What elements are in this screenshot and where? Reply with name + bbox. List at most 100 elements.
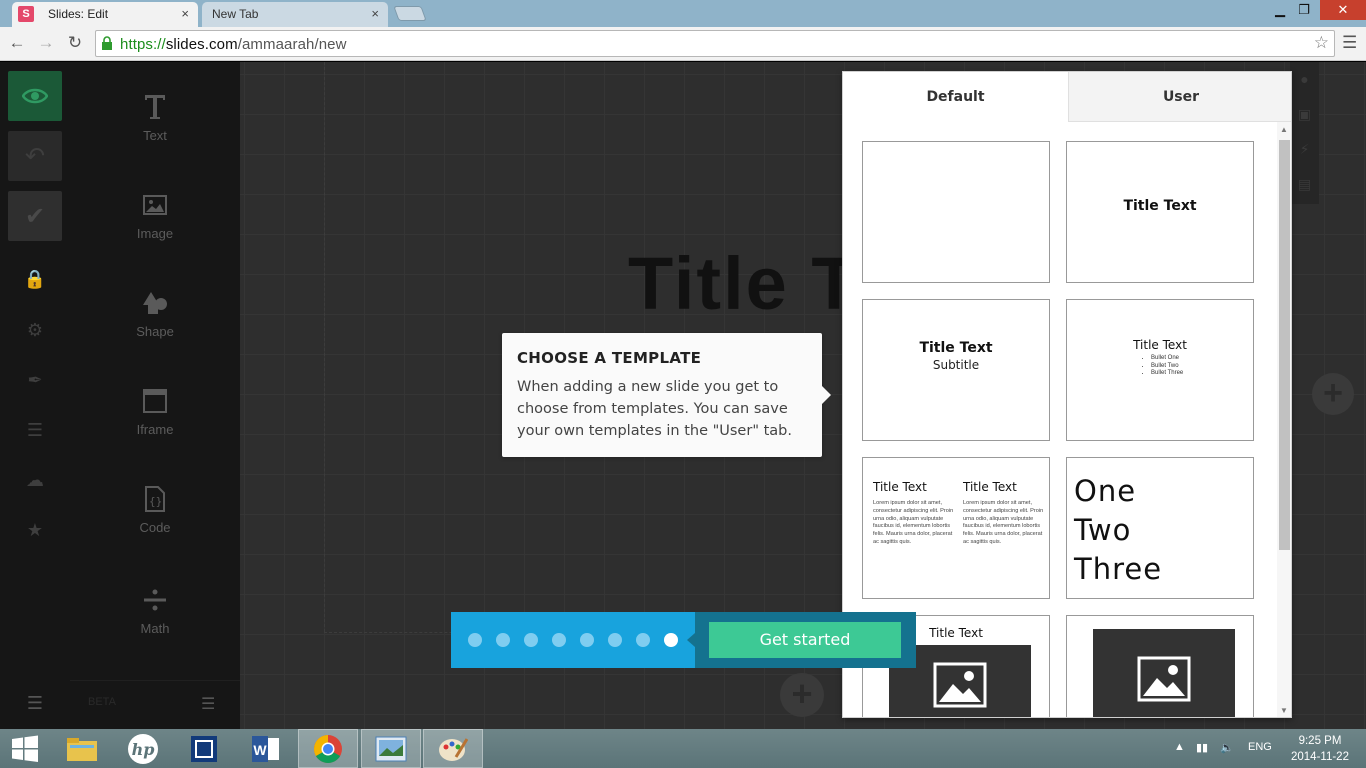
big-text-list: One Two Three (1074, 472, 1162, 589)
big-text-item: Three (1074, 552, 1163, 586)
browser-tab-strip: S Slides: Edit × New Tab × ▁ ❐ ✕ (0, 0, 1366, 27)
close-tab-icon[interactable]: × (181, 6, 189, 21)
add-slide-below-button[interactable]: + (780, 673, 824, 717)
chrome-icon[interactable] (298, 729, 358, 768)
settings-sliders-icon[interactable]: ☰ (201, 694, 215, 714)
cloud-sync-icon[interactable]: ☁ (24, 469, 46, 491)
scroll-down-icon[interactable]: ▼ (1280, 706, 1288, 715)
template-big-list[interactable]: One Two Three (1066, 457, 1254, 599)
photo-viewer-icon[interactable] (361, 729, 421, 768)
drop-icon[interactable]: ● (1290, 62, 1319, 97)
tool-text[interactable]: Text (70, 90, 240, 143)
panel-divider (70, 680, 240, 681)
template-title-text: Title Text (1123, 198, 1197, 214)
address-bar[interactable]: https://slides.com/ammaarah/new ☆ (95, 30, 1335, 57)
editor-sidebar: ↶ ✔ 🔒 ⚙ ✒ ☰ ☁ ★ ☰ (0, 62, 70, 729)
step-dot[interactable] (664, 633, 678, 647)
settings-gear-icon[interactable]: ⚙ (24, 319, 46, 341)
template-title-bullets[interactable]: Title Text Bullet One Bullet Two Bullet … (1066, 299, 1254, 441)
template-image[interactable] (1066, 615, 1254, 717)
tool-label: Image (136, 226, 174, 241)
background-image-icon[interactable]: ▣ (1290, 97, 1319, 132)
save-button[interactable]: ✔ (8, 191, 62, 241)
menu-icon[interactable]: ☰ (24, 693, 46, 713)
svg-text:{}: {} (149, 495, 162, 508)
tab-new-tab[interactable]: New Tab × (202, 2, 388, 27)
network-signal-icon[interactable]: ▮▮ (1196, 741, 1208, 754)
step-dot[interactable] (524, 633, 538, 647)
slide-options-toolbar: ● ▣ ⚡ ▤ (1290, 62, 1319, 204)
photo-app-icon[interactable] (174, 729, 234, 768)
scroll-up-icon[interactable]: ▲ (1280, 125, 1288, 134)
star-icon[interactable]: ★ (24, 519, 46, 541)
get-started-button[interactable]: Get started (709, 622, 901, 658)
forward-icon[interactable]: → (35, 32, 57, 54)
column-title: Title Text (873, 480, 927, 494)
volume-icon[interactable]: 🔈 (1220, 741, 1234, 754)
column-title: Title Text (963, 480, 1017, 494)
svg-text:W: W (253, 742, 267, 758)
onboarding-bar: Get started (451, 612, 916, 668)
windows-start-icon[interactable] (0, 729, 50, 768)
undo-button[interactable]: ↶ (8, 131, 62, 181)
layers-icon[interactable]: ☰ (24, 419, 46, 441)
lightning-icon[interactable]: ⚡ (1290, 132, 1319, 167)
step-dot[interactable] (580, 633, 594, 647)
word-icon[interactable]: W (236, 729, 296, 768)
scroll-thumb[interactable] (1279, 140, 1290, 550)
bullet-list: Bullet One Bullet Two Bullet Three (1151, 355, 1183, 378)
step-dot[interactable] (496, 633, 510, 647)
bullet-item: Bullet One (1151, 355, 1183, 363)
system-clock[interactable]: 9:25 PM 2014-11-22 (1290, 733, 1350, 765)
back-icon[interactable]: ← (6, 32, 28, 54)
tool-code[interactable]: {} Code (70, 482, 240, 535)
url-path: /ammaarah/new (237, 36, 347, 53)
notes-book-icon[interactable]: ▤ (1290, 167, 1319, 202)
bullet-item: Bullet Two (1151, 363, 1183, 371)
chrome-menu-icon[interactable]: ☰ (1342, 33, 1357, 53)
preview-button[interactable] (8, 71, 62, 121)
tab-default[interactable]: Default (843, 72, 1068, 122)
close-tab-icon[interactable]: × (371, 6, 379, 21)
brush-icon[interactable]: ✒ (24, 369, 46, 391)
step-dot[interactable] (608, 633, 622, 647)
url-text: https://slides.com/ammaarah/new (120, 36, 347, 53)
tool-label: Code (139, 520, 171, 535)
show-hidden-icons-icon[interactable]: ▲ (1174, 741, 1185, 753)
bookmark-star-icon[interactable]: ☆ (1314, 33, 1329, 53)
undo-icon: ↶ (24, 142, 46, 170)
lock-icon[interactable]: 🔒 (24, 268, 46, 290)
step-dot[interactable] (552, 633, 566, 647)
language-indicator[interactable]: ENG (1248, 741, 1272, 753)
template-tabs: Default User (843, 72, 1291, 122)
paint-icon[interactable] (423, 729, 483, 768)
minimize-button[interactable]: ▁ (1268, 0, 1292, 20)
new-tab-button[interactable] (393, 6, 427, 21)
big-text-item: One (1074, 474, 1137, 508)
step-dots (468, 633, 692, 652)
column-body: Lorem ipsum dolor sit amet, consectetur … (873, 500, 954, 545)
close-window-button[interactable]: ✕ (1320, 0, 1366, 20)
maximize-button[interactable]: ❐ (1292, 0, 1316, 20)
tool-label: Iframe (136, 422, 174, 437)
template-title-text: Title Text (919, 340, 993, 356)
template-scrollbar[interactable]: ▲ ▼ (1277, 122, 1291, 717)
template-two-columns[interactable]: Title Text Lorem ipsum dolor sit amet, c… (862, 457, 1050, 599)
template-title[interactable]: Title Text (1066, 141, 1254, 283)
tab-slides-edit[interactable]: S Slides: Edit × (12, 2, 198, 27)
file-explorer-icon[interactable] (52, 729, 112, 768)
step-dot[interactable] (636, 633, 650, 647)
step-dot[interactable] (468, 633, 482, 647)
add-slide-right-button[interactable]: + (1312, 373, 1354, 415)
tab-user[interactable]: User (1068, 72, 1291, 122)
browser-toolbar: ← → ↻ https://slides.com/ammaarah/new ☆ … (0, 27, 1366, 61)
tool-iframe[interactable]: Iframe (70, 384, 240, 437)
reload-icon[interactable]: ↻ (64, 32, 86, 54)
template-blank[interactable] (862, 141, 1050, 283)
template-title-subtitle[interactable]: Title Text Subtitle (862, 299, 1050, 441)
tool-shape[interactable]: Shape (70, 286, 240, 339)
tab-title: Slides: Edit (48, 7, 109, 21)
hp-icon[interactable]: hp (113, 729, 173, 768)
tool-math[interactable]: Math (70, 583, 240, 636)
tool-image[interactable]: Image (70, 188, 240, 241)
